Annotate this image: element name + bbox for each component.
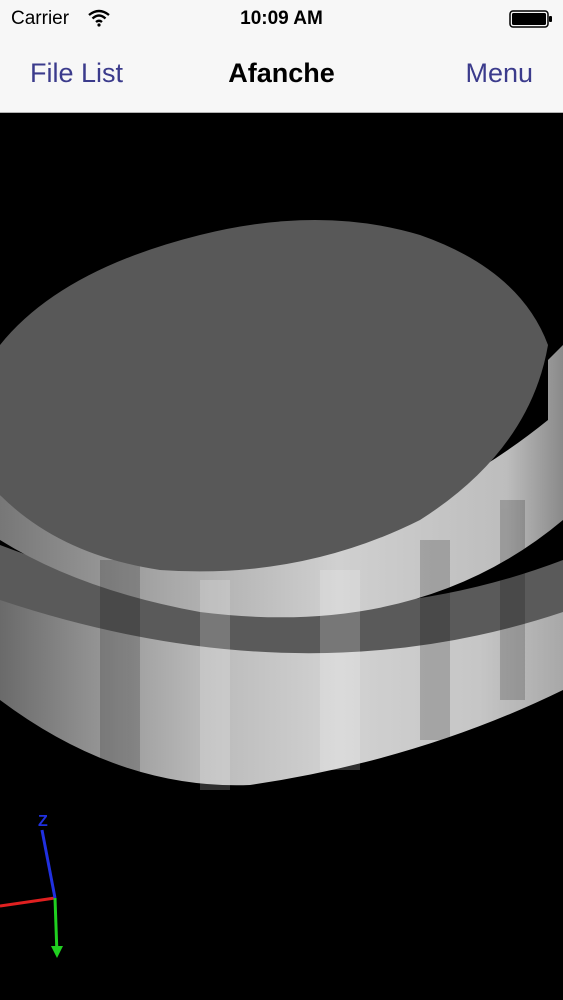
status-time: 10:09 AM (240, 8, 323, 29)
z-axis-label: Z (38, 813, 48, 830)
status-bar: Carrier 10:09 AM (0, 0, 563, 38)
battery-icon (509, 10, 553, 28)
navigation-bar: File List Afanche Menu (0, 38, 563, 113)
y-axis-arrow (51, 946, 63, 958)
model-canvas[interactable]: Z (0, 113, 563, 1000)
x-axis-line (0, 896, 56, 908)
axis-triad: Z (0, 813, 63, 958)
3d-viewport[interactable]: Z (0, 113, 563, 1000)
menu-button[interactable]: Menu (465, 58, 533, 89)
z-axis-line (40, 829, 57, 899)
